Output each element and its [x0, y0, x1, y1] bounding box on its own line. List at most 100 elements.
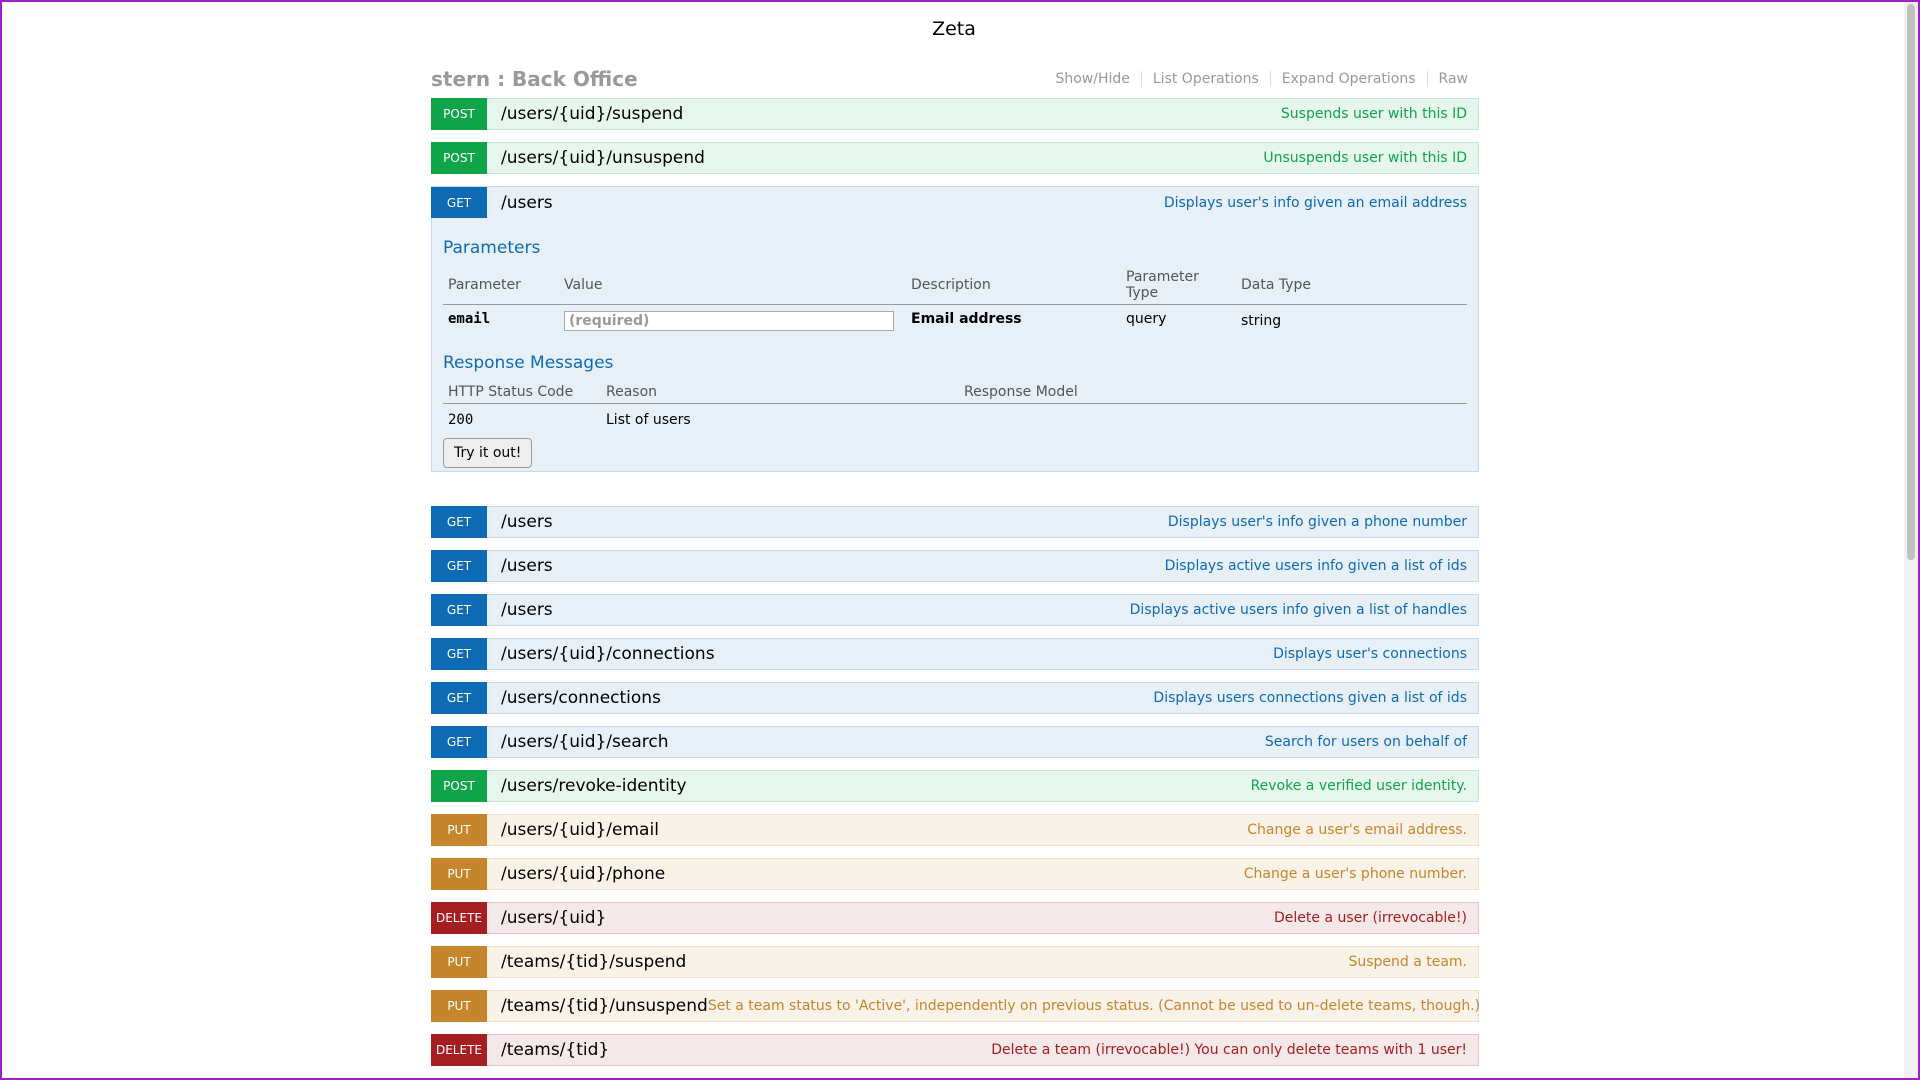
- operation-path[interactable]: /users/{uid}: [501, 908, 1274, 928]
- param-name: email: [448, 311, 491, 327]
- operation-summary[interactable]: Displays active users info given a list …: [1130, 602, 1467, 618]
- operation-path[interactable]: /users/{uid}/search: [501, 732, 1265, 752]
- operation-row[interactable]: GET/users Displays user's info given a ph…: [431, 506, 1479, 538]
- method-badge: GET: [431, 594, 487, 626]
- method-badge: POST: [431, 770, 487, 802]
- response-header-code: HTTP Status Code: [443, 381, 601, 404]
- operations-list-top: POST/users/{uid}/suspend Suspends user wi…: [431, 98, 1479, 174]
- param-header-data-type: Data Type: [1236, 266, 1467, 305]
- scrollbar[interactable]: [1904, 2, 1918, 1078]
- method-badge: POST: [431, 142, 487, 174]
- method-badge: POST: [431, 98, 487, 130]
- method-badge: DELETE: [431, 1034, 487, 1066]
- resource-header: stern : Back Office Show/Hide List Opera…: [431, 60, 1479, 98]
- try-it-out-button[interactable]: Try it out!: [443, 438, 533, 468]
- operation-row[interactable]: GET/users/{uid}/connections Displays user…: [431, 638, 1479, 670]
- operation-row[interactable]: PUT/users/{uid}/email Change a user's ema…: [431, 814, 1479, 846]
- operation-path[interactable]: /teams/{tid}/unsuspend: [501, 996, 708, 1016]
- operation-summary[interactable]: Delete a user (irrevocable!): [1274, 910, 1467, 926]
- operation-row[interactable]: POST/users/{uid}/unsuspend Unsuspends use…: [431, 142, 1479, 174]
- email-field[interactable]: [564, 311, 894, 331]
- operation-path[interactable]: /users: [501, 193, 1164, 213]
- param-data-type: string: [1241, 313, 1282, 329]
- operation-row[interactable]: PUT/teams/{tid}/suspend Suspend a team.: [431, 946, 1479, 978]
- resource-links: Show/Hide List Operations Expand Operati…: [1044, 71, 1479, 87]
- method-badge: GET: [431, 506, 487, 538]
- operation-path[interactable]: /users: [501, 600, 1130, 620]
- response-reason: List of users: [606, 412, 691, 428]
- response-model: [959, 404, 1467, 435]
- operation-summary[interactable]: Revoke a verified user identity.: [1251, 778, 1467, 794]
- method-badge: GET: [431, 550, 487, 582]
- operation-summary[interactable]: Change a user's email address.: [1247, 822, 1467, 838]
- page-title: Zeta: [932, 18, 976, 40]
- raw-link[interactable]: Raw: [1426, 71, 1479, 87]
- operation-path[interactable]: /teams/{tid}: [501, 1040, 991, 1060]
- operation-summary[interactable]: Displays user's info given an email addr…: [1164, 195, 1467, 211]
- table-row: 200 List of users: [443, 404, 1467, 435]
- operation-path[interactable]: /users: [501, 556, 1165, 576]
- operation-row[interactable]: GET/users Displays active users info give…: [431, 550, 1479, 582]
- method-badge: DELETE: [431, 902, 487, 934]
- operation-row[interactable]: GET/users Displays active users info give…: [431, 594, 1479, 626]
- responses-table: HTTP Status Code Reason Response Model 2…: [443, 381, 1467, 434]
- param-header-description: Description: [906, 266, 1121, 305]
- method-badge: PUT: [431, 814, 487, 846]
- expand-operations-link[interactable]: Expand Operations: [1269, 71, 1427, 87]
- method-badge: PUT: [431, 858, 487, 890]
- list-operations-link[interactable]: List Operations: [1140, 71, 1270, 87]
- method-badge: GET: [431, 726, 487, 758]
- table-row: email Email address query string: [443, 305, 1467, 338]
- operation-body: Parameters Parameter Value Description P…: [431, 218, 1479, 472]
- operation-row[interactable]: GET/users/{uid}/search Search for users o…: [431, 726, 1479, 758]
- operation-path[interactable]: /users/{uid}/suspend: [501, 104, 1281, 124]
- parameters-title: Parameters: [443, 238, 541, 258]
- resource-title[interactable]: stern : Back Office: [431, 67, 638, 91]
- responses-title: Response Messages: [443, 353, 614, 373]
- method-badge: GET: [431, 638, 487, 670]
- operation-row[interactable]: DELETE/users/{uid} Delete a user (irrevoc…: [431, 902, 1479, 934]
- operation-summary[interactable]: Displays user's connections: [1273, 646, 1467, 662]
- operations-list-bottom: GET/users Displays user's info given a ph…: [431, 506, 1480, 1066]
- method-badge: GET: [431, 186, 487, 219]
- operation-summary[interactable]: Suspends user with this ID: [1281, 106, 1467, 122]
- resource-container: stern : Back Office Show/Hide List Opera…: [431, 60, 1480, 1078]
- method-badge: PUT: [431, 990, 487, 1022]
- method-badge: GET: [431, 682, 487, 714]
- operation-summary[interactable]: Delete a team (irrevocable!) You can onl…: [991, 1042, 1467, 1058]
- param-header-value: Value: [559, 266, 906, 305]
- operation-path[interactable]: /users/{uid}/phone: [501, 864, 1244, 884]
- param-description: Email address: [911, 311, 1022, 327]
- operation-summary[interactable]: Displays users connections given a list …: [1153, 690, 1467, 706]
- operation-path[interactable]: /users/revoke-identity: [501, 776, 1251, 796]
- operation-path[interactable]: /users/{uid}/email: [501, 820, 1247, 840]
- operation-path[interactable]: /users/connections: [501, 688, 1153, 708]
- operation-path[interactable]: /teams/{tid}/suspend: [501, 952, 1348, 972]
- method-badge: PUT: [431, 946, 487, 978]
- response-header-reason: Reason: [601, 381, 959, 404]
- expanded-operation: GET /users Displays user's info given an…: [431, 186, 1479, 472]
- operation-summary[interactable]: Search for users on behalf of: [1265, 734, 1467, 750]
- operation-summary[interactable]: Change a user's phone number.: [1244, 866, 1467, 882]
- response-code: 200: [448, 412, 474, 428]
- operation-row[interactable]: PUT/users/{uid}/phone Change a user's pho…: [431, 858, 1479, 890]
- parameters-table: Parameter Value Description Parameter Ty…: [443, 266, 1467, 337]
- scrollbar-thumb[interactable]: [1907, 4, 1915, 560]
- param-header-type: Parameter Type: [1121, 266, 1236, 305]
- operation-row[interactable]: PUT/teams/{tid}/unsuspend Set a team stat…: [431, 990, 1480, 1022]
- param-header-parameter: Parameter: [443, 266, 559, 305]
- operation-row[interactable]: POST/users/revoke-identity Revoke a verif…: [431, 770, 1479, 802]
- operation-row[interactable]: GET /users Displays user's info given an…: [431, 186, 1479, 219]
- operation-row[interactable]: POST/users/{uid}/suspend Suspends user wi…: [431, 98, 1479, 130]
- operation-path[interactable]: /users/{uid}/unsuspend: [501, 148, 1263, 168]
- operation-summary[interactable]: Displays active users info given a list …: [1165, 558, 1467, 574]
- operation-summary[interactable]: Displays user's info given a phone numbe…: [1168, 514, 1467, 530]
- operation-path[interactable]: /users/{uid}/connections: [501, 644, 1273, 664]
- operation-summary[interactable]: Set a team status to 'Active', independe…: [708, 998, 1480, 1014]
- operation-row[interactable]: GET/users/connections Displays users conn…: [431, 682, 1479, 714]
- operation-row[interactable]: DELETE/teams/{tid} Delete a team (irrevoc…: [431, 1034, 1479, 1066]
- operation-summary[interactable]: Suspend a team.: [1348, 954, 1467, 970]
- operation-path[interactable]: /users: [501, 512, 1168, 532]
- operation-summary[interactable]: Unsuspends user with this ID: [1263, 150, 1467, 166]
- show-hide-link[interactable]: Show/Hide: [1044, 71, 1140, 87]
